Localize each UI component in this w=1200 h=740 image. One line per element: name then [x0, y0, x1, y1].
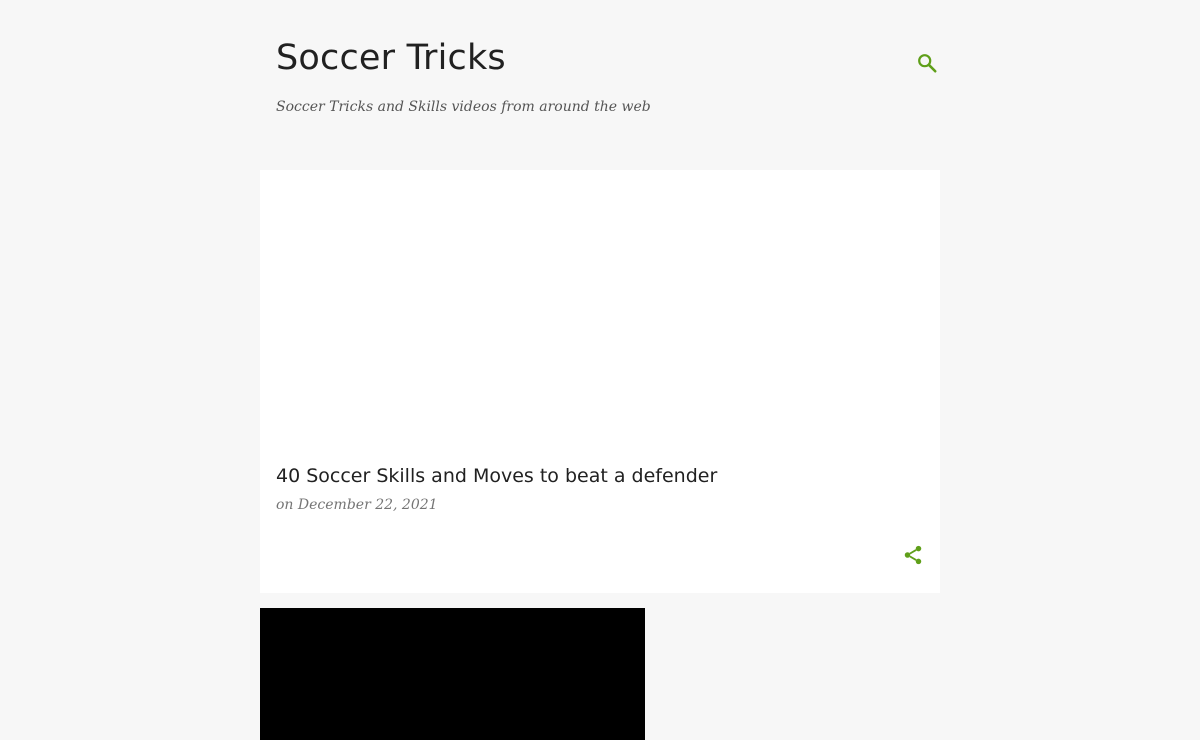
search-button[interactable]: [914, 50, 940, 76]
post-card: 40 Soccer Skills and Moves to beat a def…: [260, 170, 940, 593]
post-date-prefix: on: [276, 497, 294, 513]
share-icon: [904, 545, 922, 565]
page-wrapper: Soccer Tricks Soccer Tricks and Skills v…: [260, 0, 940, 740]
post-title[interactable]: 40 Soccer Skills and Moves to beat a def…: [276, 465, 717, 487]
share-button[interactable]: [900, 542, 926, 568]
post-date[interactable]: December 22, 2021: [298, 497, 438, 513]
video-embed[interactable]: [260, 608, 645, 740]
post-meta: on December 22, 2021: [276, 497, 438, 513]
search-icon: [918, 54, 937, 73]
site-description: Soccer Tricks and Skills videos from aro…: [276, 99, 651, 115]
site-header: Soccer Tricks Soccer Tricks and Skills v…: [260, 0, 940, 170]
site-title[interactable]: Soccer Tricks: [276, 38, 506, 78]
